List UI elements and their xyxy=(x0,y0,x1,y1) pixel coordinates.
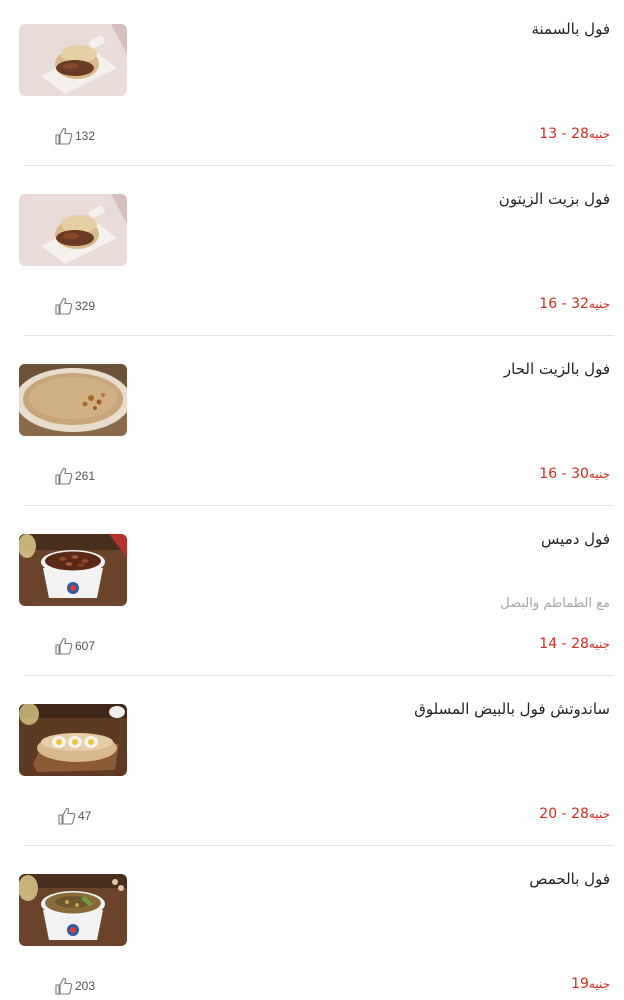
price-min: 19 xyxy=(571,976,589,992)
thumbs-up-icon xyxy=(55,977,73,995)
menu-item[interactable]: فول دميس مع الطماطم والبصل 14 - 28جنيه 6… xyxy=(0,510,624,680)
like-button[interactable]: 203 xyxy=(54,977,95,995)
food-beans-cup-image[interactable] xyxy=(19,534,127,606)
price-min: 16 xyxy=(539,296,558,312)
item-price: 19جنيه xyxy=(571,976,610,992)
like-button[interactable]: 329 xyxy=(54,297,95,315)
menu-item[interactable]: فول بالزيت الحار 16 - 30جنيه 261 xyxy=(0,340,624,510)
likes-count: 47 xyxy=(78,809,92,823)
food-hummus-cup-image[interactable] xyxy=(19,874,127,946)
divider xyxy=(24,845,614,846)
menu-item[interactable]: فول بزيت الزيتون 16 - 32جنيه 329 xyxy=(0,170,624,340)
price-currency: جنيه xyxy=(588,127,610,141)
price-currency: جنيه xyxy=(588,807,610,821)
item-title[interactable]: فول بالحمص xyxy=(529,870,610,888)
price-max: 28 xyxy=(571,806,589,822)
price-max: 28 xyxy=(571,636,589,652)
like-button[interactable]: 47 xyxy=(57,807,91,825)
thumbs-up-icon xyxy=(55,467,73,485)
thumbs-up-icon xyxy=(55,637,73,655)
menu-item[interactable]: فول بالحمص 19جنيه 203 xyxy=(0,850,624,1000)
food-soup-bowl-image[interactable] xyxy=(19,364,127,436)
food-fava-sandwich-image[interactable] xyxy=(19,194,127,266)
like-button[interactable]: 607 xyxy=(54,637,95,655)
item-title[interactable]: فول دميس xyxy=(541,530,610,548)
price-min: 14 xyxy=(539,636,558,652)
divider xyxy=(24,505,614,506)
like-button[interactable]: 261 xyxy=(54,467,95,485)
price-separator: - xyxy=(561,296,567,312)
likes-count: 261 xyxy=(75,469,96,483)
item-price: 16 - 32جنيه xyxy=(539,296,610,312)
item-price: 14 - 28جنيه xyxy=(539,636,610,652)
price-separator: - xyxy=(561,806,567,822)
price-min: 20 xyxy=(539,806,558,822)
menu-items-list: فول بالسمنة 13 - 28جنيه 132 فول بزيت الز… xyxy=(0,0,624,1000)
likes-count: 329 xyxy=(75,299,96,313)
price-max: 32 xyxy=(571,296,589,312)
like-button[interactable]: 132 xyxy=(54,127,95,145)
price-min: 13 xyxy=(539,126,558,142)
thumbs-up-icon xyxy=(58,807,76,825)
price-currency: جنيه xyxy=(588,467,610,481)
likes-count: 203 xyxy=(75,979,96,993)
item-price: 16 - 30جنيه xyxy=(539,466,610,482)
thumbs-up-icon xyxy=(55,297,73,315)
likes-count: 132 xyxy=(75,129,96,143)
price-separator: - xyxy=(561,636,567,652)
price-min: 16 xyxy=(539,466,558,482)
price-currency: جنيه xyxy=(588,977,610,991)
likes-count: 607 xyxy=(75,639,96,653)
item-title[interactable]: فول بالزيت الحار xyxy=(504,360,610,378)
item-title[interactable]: فول بالسمنة xyxy=(531,20,610,38)
food-fava-sandwich-image[interactable] xyxy=(19,24,127,96)
item-title[interactable]: ساندوتش فول بالبيض المسلوق xyxy=(414,700,610,718)
price-separator: - xyxy=(561,466,567,482)
menu-item[interactable]: ساندوتش فول بالبيض المسلوق 20 - 28جنيه 4… xyxy=(0,680,624,850)
menu-item[interactable]: فول بالسمنة 13 - 28جنيه 132 xyxy=(0,0,624,170)
item-price: 20 - 28جنيه xyxy=(539,806,610,822)
food-egg-sandwich-image[interactable] xyxy=(19,704,127,776)
price-currency: جنيه xyxy=(588,297,610,311)
item-description: مع الطماطم والبصل xyxy=(500,596,610,611)
price-max: 28 xyxy=(571,126,589,142)
divider xyxy=(24,335,614,336)
divider xyxy=(24,675,614,676)
price-separator: - xyxy=(561,126,567,142)
item-title[interactable]: فول بزيت الزيتون xyxy=(499,190,610,208)
price-currency: جنيه xyxy=(588,637,610,651)
item-price: 13 - 28جنيه xyxy=(539,126,610,142)
thumbs-up-icon xyxy=(55,127,73,145)
price-max: 30 xyxy=(571,466,589,482)
divider xyxy=(24,165,614,166)
